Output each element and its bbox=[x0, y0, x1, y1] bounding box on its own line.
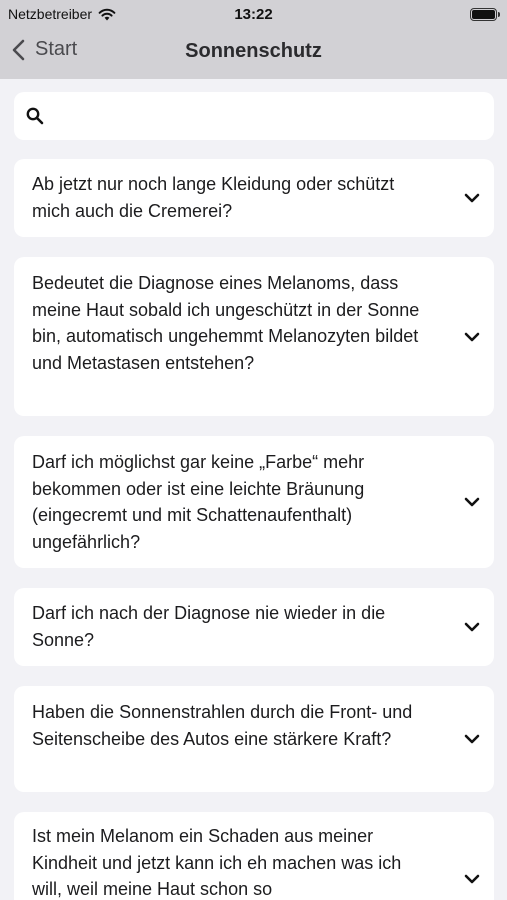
header: Netzbetreiber 13:22 Start Sonnenschutz bbox=[0, 0, 507, 79]
faq-item[interactable]: Darf ich möglichst gar keine „Farbe“ meh… bbox=[14, 436, 494, 568]
chevron-down-icon bbox=[464, 497, 480, 507]
chevron-down-icon bbox=[464, 193, 480, 203]
faq-item[interactable]: Ab jetzt nur noch lange Kleidung oder sc… bbox=[14, 159, 494, 237]
page-title: Sonnenschutz bbox=[185, 40, 322, 62]
faq-item[interactable]: Bedeutet die Diagnose eines Melanoms, da… bbox=[14, 257, 494, 416]
faq-question: Haben die Sonnenstrahlen durch die Front… bbox=[32, 702, 413, 749]
chevron-down-icon bbox=[464, 874, 480, 884]
faq-item[interactable]: Darf ich nach der Diagnose nie wieder in… bbox=[14, 588, 494, 666]
search-input[interactable] bbox=[52, 96, 494, 136]
chevron-down-icon bbox=[464, 332, 480, 342]
faq-question: Darf ich möglichst gar keine „Farbe“ meh… bbox=[32, 452, 365, 552]
status-bar: Netzbetreiber 13:22 bbox=[0, 0, 507, 28]
search-icon bbox=[26, 107, 44, 125]
faq-item[interactable]: Haben die Sonnenstrahlen durch die Front… bbox=[14, 686, 494, 792]
search-bar[interactable] bbox=[14, 92, 494, 140]
battery-icon bbox=[470, 8, 500, 21]
faq-item[interactable]: Ist mein Melanom ein Schaden aus meiner … bbox=[14, 812, 494, 900]
faq-question: Ist mein Melanom ein Schaden aus meiner … bbox=[32, 826, 402, 899]
status-time: 13:22 bbox=[234, 6, 273, 23]
navigation-bar: Start Sonnenschutz bbox=[0, 28, 507, 78]
faq-question: Bedeutet die Diagnose eines Melanoms, da… bbox=[32, 273, 420, 373]
faq-question: Darf ich nach der Diagnose nie wieder in… bbox=[32, 603, 386, 650]
faq-question: Ab jetzt nur noch lange Kleidung oder sc… bbox=[32, 174, 395, 221]
chevron-down-icon bbox=[464, 622, 480, 632]
chevron-down-icon bbox=[464, 734, 480, 744]
